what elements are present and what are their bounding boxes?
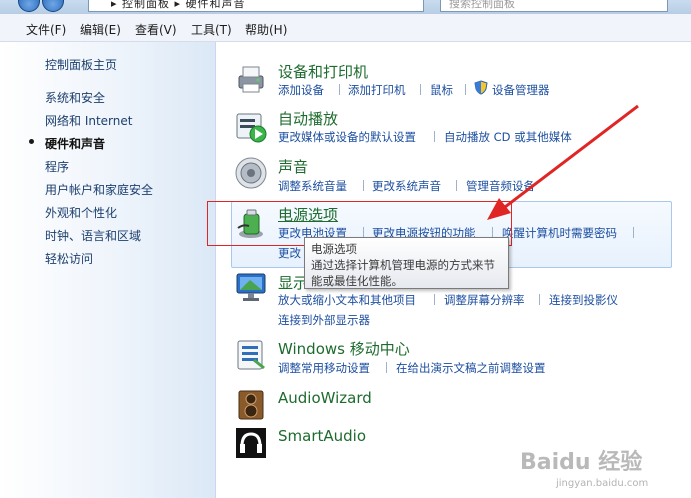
tooltip-title: 电源选项 bbox=[311, 242, 357, 256]
watermark-main: Baidu 经验 bbox=[520, 450, 643, 475]
tooltip-body: 通过选择计算机管理电源的方式来节能或最佳化性能。 bbox=[311, 258, 495, 288]
watermark-url: jingyan.baidu.com bbox=[556, 478, 649, 489]
baidu-watermark: Baidu 经验 jingyan.baidu.com bbox=[520, 444, 688, 496]
tooltip: 电源选项 通过选择计算机管理电源的方式来节能或最佳化性能。 bbox=[304, 237, 509, 289]
